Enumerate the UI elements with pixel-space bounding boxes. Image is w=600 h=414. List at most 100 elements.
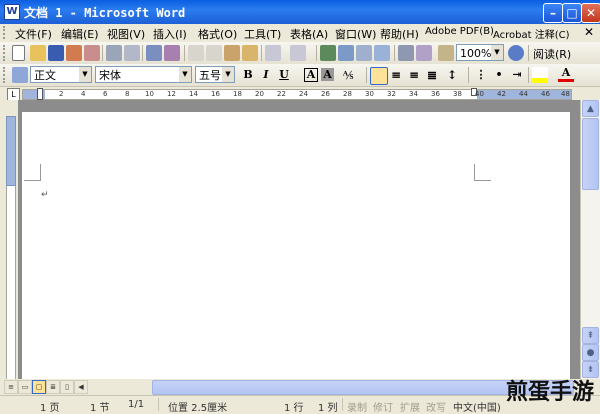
- maximize-button[interactable]: □: [562, 3, 582, 23]
- chevron-down-icon[interactable]: ▼: [222, 67, 234, 82]
- save-icon[interactable]: [48, 45, 64, 61]
- ruler-number: 38: [453, 90, 462, 98]
- bullets-icon[interactable]: •: [491, 67, 507, 83]
- normal-view-icon[interactable]: ≡: [4, 380, 18, 394]
- insert-table-icon[interactable]: [356, 45, 372, 61]
- bold-button[interactable]: B: [240, 67, 256, 83]
- italic-button[interactable]: I: [258, 67, 274, 83]
- char-shading-button[interactable]: A: [321, 68, 334, 81]
- menu-file[interactable]: 文件(F): [15, 26, 52, 42]
- help-icon[interactable]: [508, 45, 524, 61]
- paste-icon[interactable]: [224, 45, 240, 61]
- align-center-icon[interactable]: ≡: [388, 67, 404, 83]
- menu-edit[interactable]: 编辑(E): [61, 26, 99, 42]
- menu-acrobat-comments[interactable]: Acrobat 注释(C): [493, 26, 570, 41]
- indent-marker[interactable]: [37, 88, 43, 100]
- previous-page-button[interactable]: ⇞: [582, 327, 599, 344]
- toolbar-grip[interactable]: [3, 67, 8, 83]
- hyperlink-icon[interactable]: [320, 45, 336, 61]
- columns-icon[interactable]: [398, 45, 414, 61]
- close-button[interactable]: ✕: [581, 3, 600, 23]
- reading-view-icon[interactable]: ▯: [60, 380, 74, 394]
- line-spacing-icon[interactable]: ↕: [444, 67, 460, 83]
- status-record[interactable]: 录制: [347, 399, 367, 414]
- paragraph-mark: ↵: [41, 190, 49, 200]
- insert-excel-icon[interactable]: [374, 45, 390, 61]
- status-extend[interactable]: 扩展: [400, 399, 420, 414]
- font-color-icon[interactable]: A: [558, 67, 574, 82]
- status-line: 1 行: [284, 403, 304, 414]
- style-select[interactable]: 正文 ▼: [30, 66, 92, 83]
- scroll-up-button[interactable]: ▲: [582, 100, 599, 117]
- numbering-icon[interactable]: ⋮: [473, 67, 489, 83]
- select-browse-object-button[interactable]: ●: [582, 344, 599, 361]
- close-document-icon[interactable]: ✕: [584, 25, 594, 39]
- status-separator: [158, 398, 159, 411]
- word-app-icon[interactable]: W: [4, 4, 20, 20]
- vertical-scrollbar[interactable]: ▲ ⇞ ● ⇟: [580, 100, 600, 379]
- ruler-number: 20: [255, 90, 264, 98]
- ruler-number: 8: [125, 90, 130, 98]
- char-scale-icon[interactable]: ⅍: [340, 67, 356, 83]
- chevron-down-icon[interactable]: ▼: [179, 67, 191, 82]
- email-icon[interactable]: [84, 45, 100, 61]
- highlight-icon[interactable]: [532, 67, 548, 83]
- document-map-icon[interactable]: [438, 45, 454, 61]
- styles-pane-icon[interactable]: [12, 67, 28, 83]
- ruler-strip[interactable]: 2 4 6 8 10 12 14 16 18 20 22 24 26 28 30…: [22, 88, 572, 100]
- permission-icon[interactable]: [66, 45, 82, 61]
- chevron-down-icon[interactable]: ▼: [79, 67, 91, 82]
- scroll-left-button[interactable]: ◀: [74, 380, 88, 394]
- document-page[interactable]: ↵: [22, 112, 570, 379]
- menu-table[interactable]: 表格(A): [290, 26, 328, 42]
- status-track-changes[interactable]: 修订: [373, 399, 393, 414]
- spelling-icon[interactable]: [146, 45, 162, 61]
- outline-view-icon[interactable]: ≣: [46, 380, 60, 394]
- drawing-icon[interactable]: [416, 45, 432, 61]
- separator: [184, 45, 185, 61]
- status-pages: 1/1: [128, 399, 145, 410]
- format-painter-icon[interactable]: [242, 45, 258, 61]
- tables-borders-icon[interactable]: [338, 45, 354, 61]
- zoom-select[interactable]: 100% ▼: [456, 44, 504, 61]
- print-preview-icon[interactable]: [124, 45, 140, 61]
- ruler-number: 6: [103, 90, 108, 98]
- new-document-icon[interactable]: [12, 45, 25, 61]
- read-mode-button[interactable]: 阅读(R): [533, 46, 571, 62]
- cut-icon[interactable]: [188, 45, 204, 61]
- font-size-select[interactable]: 五号 ▼: [195, 66, 235, 83]
- print-layout-view-icon[interactable]: ▢: [32, 380, 46, 394]
- print-icon[interactable]: [106, 45, 122, 61]
- menu-help[interactable]: 帮助(H): [380, 26, 419, 42]
- undo-icon[interactable]: [265, 45, 281, 61]
- align-justify-icon[interactable]: [370, 67, 388, 85]
- minimize-button[interactable]: –: [543, 3, 563, 23]
- menu-view[interactable]: 视图(V): [107, 26, 145, 42]
- status-page: 1 页: [40, 403, 60, 414]
- web-view-icon[interactable]: ▭: [18, 380, 32, 394]
- underline-button[interactable]: U: [276, 67, 292, 83]
- indent-icon[interactable]: ⇥: [509, 67, 525, 83]
- menu-grip[interactable]: [3, 26, 8, 39]
- menu-window[interactable]: 窗口(W): [335, 26, 376, 42]
- font-select[interactable]: 宋体 ▼: [95, 66, 192, 83]
- vertical-scroll-thumb[interactable]: [582, 118, 599, 190]
- status-overtype[interactable]: 改写: [426, 399, 446, 414]
- menu-adobe-pdf[interactable]: Adobe PDF(B): [425, 26, 494, 37]
- toolbar-grip[interactable]: [3, 45, 8, 61]
- vertical-ruler[interactable]: [0, 100, 18, 380]
- menu-tools[interactable]: 工具(T): [244, 26, 281, 42]
- distributed-align-icon[interactable]: ≣: [424, 67, 440, 83]
- char-border-button[interactable]: A: [304, 68, 318, 82]
- open-folder-icon[interactable]: [30, 45, 46, 61]
- ruler-number: 28: [343, 90, 352, 98]
- redo-icon[interactable]: [290, 45, 306, 61]
- menu-format[interactable]: 格式(O): [198, 26, 237, 42]
- menu-insert[interactable]: 插入(I): [153, 26, 187, 42]
- ruler-number: 32: [387, 90, 396, 98]
- research-icon[interactable]: [164, 45, 180, 61]
- chevron-down-icon[interactable]: ▼: [491, 45, 503, 60]
- status-column: 1 列: [318, 403, 338, 414]
- align-right-icon[interactable]: ≡: [406, 67, 422, 83]
- copy-icon[interactable]: [206, 45, 222, 61]
